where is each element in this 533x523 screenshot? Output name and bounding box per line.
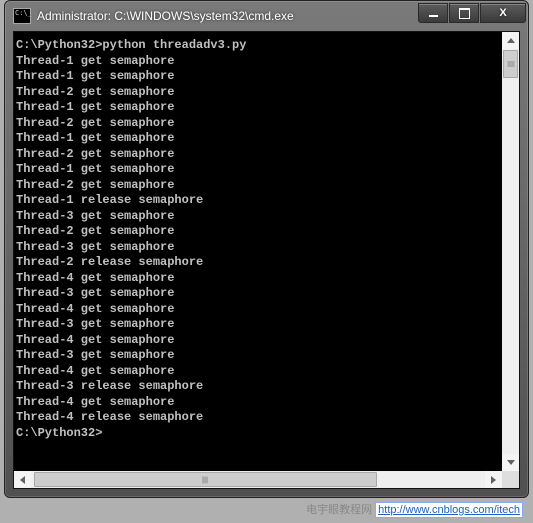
console-line: Thread-1 release semaphore — [16, 193, 500, 209]
console-line: Thread-4 get semaphore — [16, 333, 500, 349]
maximize-button[interactable] — [449, 3, 479, 23]
console-line: Thread-3 get semaphore — [16, 209, 500, 225]
console-line: C:\Python32>python threadadv3.py — [16, 38, 500, 54]
console-line: Thread-2 get semaphore — [16, 178, 500, 194]
console-line: Thread-3 get semaphore — [16, 240, 500, 256]
horizontal-scrollbar[interactable] — [14, 471, 502, 488]
console-line: Thread-1 get semaphore — [16, 100, 500, 116]
console-line: Thread-3 release semaphore — [16, 379, 500, 395]
console-line: Thread-1 get semaphore — [16, 54, 500, 70]
console-line: Thread-1 get semaphore — [16, 131, 500, 147]
console-line: Thread-2 get semaphore — [16, 116, 500, 132]
scroll-left-button[interactable] — [14, 471, 31, 488]
scroll-down-button[interactable] — [502, 454, 519, 471]
scrollbar-corner — [502, 471, 519, 488]
watermark-prefix: 电宇眼教程网 — [306, 504, 372, 516]
console-line: C:\Python32> — [16, 426, 500, 442]
scroll-up-button[interactable] — [502, 32, 519, 49]
console-line: Thread-4 get semaphore — [16, 271, 500, 287]
console-line: Thread-4 get semaphore — [16, 302, 500, 318]
vertical-scroll-thumb[interactable] — [503, 50, 518, 78]
minimize-button[interactable] — [418, 3, 448, 23]
console-line: Thread-1 get semaphore — [16, 162, 500, 178]
console-line: Thread-2 release semaphore — [16, 255, 500, 271]
console-line: Thread-3 get semaphore — [16, 286, 500, 302]
console-line: Thread-3 get semaphore — [16, 348, 500, 364]
console-line: Thread-4 get semaphore — [16, 395, 500, 411]
console-output[interactable]: C:\Python32>python threadadv3.pyThread-1… — [14, 32, 502, 471]
window-title: Administrator: C:\WINDOWS\system32\cmd.e… — [37, 9, 410, 23]
console-line: Thread-1 get semaphore — [16, 69, 500, 85]
watermark-link[interactable]: http://www.cnblogs.com/itech — [375, 502, 523, 518]
console-line: Thread-4 get semaphore — [16, 364, 500, 380]
watermark: 电宇眼教程网 http://www.cnblogs.com/itech — [306, 501, 523, 517]
console-line: Thread-2 get semaphore — [16, 85, 500, 101]
title-bar[interactable]: Administrator: C:\WINDOWS\system32\cmd.e… — [5, 1, 528, 31]
scroll-right-button[interactable] — [485, 471, 502, 488]
horizontal-scroll-thumb[interactable] — [34, 472, 378, 487]
close-button[interactable]: X — [480, 3, 526, 23]
window-frame: Administrator: C:\WINDOWS\system32\cmd.e… — [4, 0, 529, 498]
cmd-icon — [13, 8, 31, 24]
console-line: Thread-2 get semaphore — [16, 147, 500, 163]
vertical-scrollbar[interactable] — [502, 32, 519, 471]
console-area: C:\Python32>python threadadv3.pyThread-1… — [13, 31, 520, 489]
console-line: Thread-3 get semaphore — [16, 317, 500, 333]
console-line: Thread-2 get semaphore — [16, 224, 500, 240]
console-line: Thread-4 release semaphore — [16, 410, 500, 426]
window-controls: X — [418, 3, 526, 23]
